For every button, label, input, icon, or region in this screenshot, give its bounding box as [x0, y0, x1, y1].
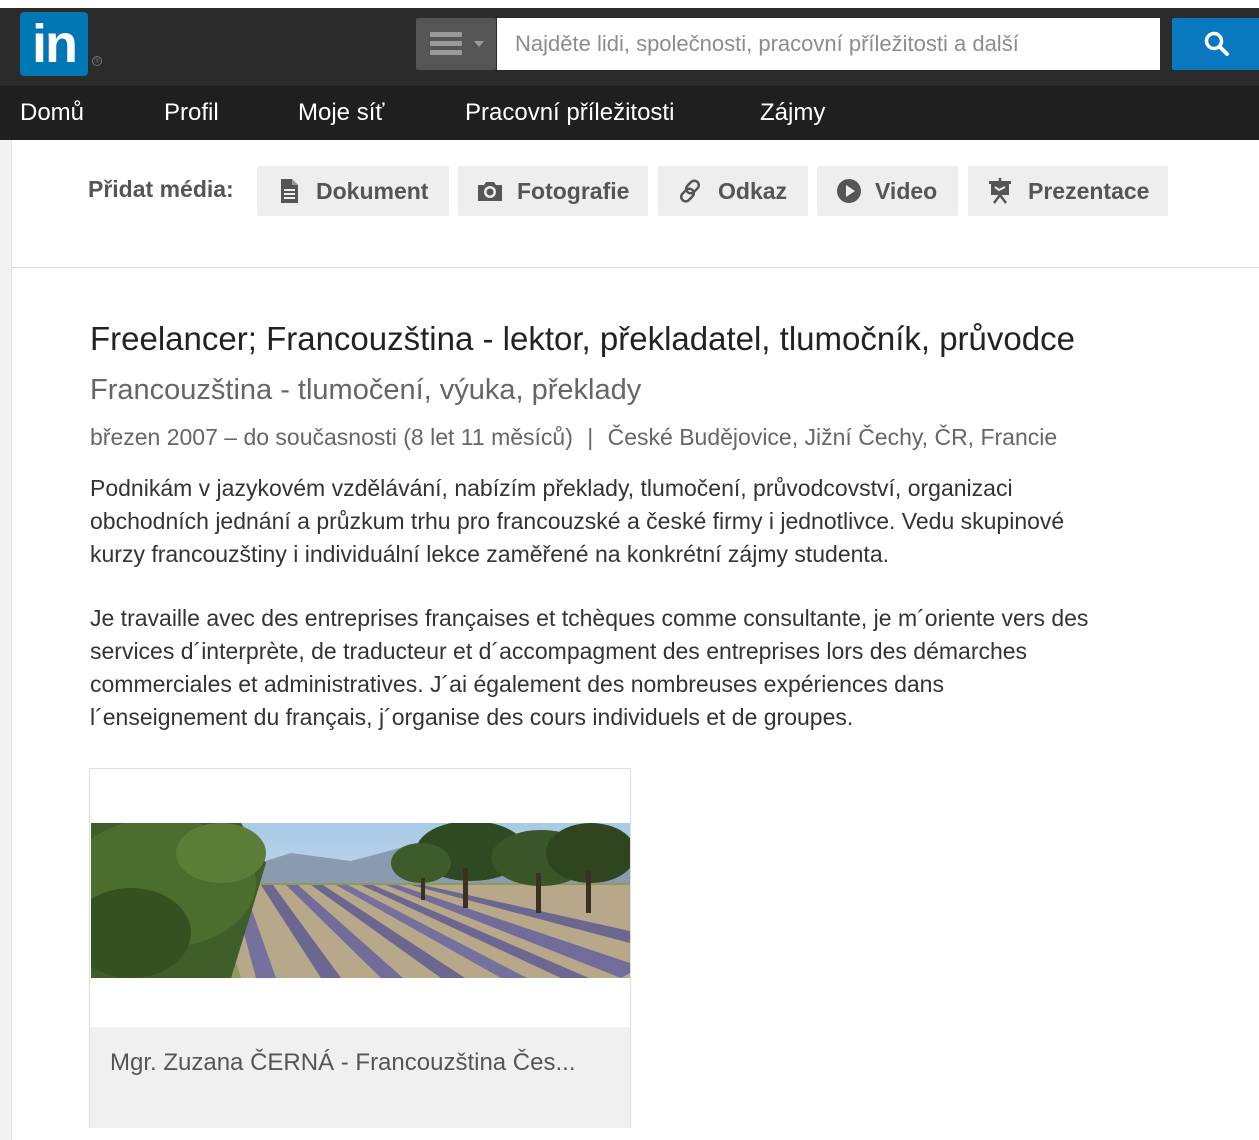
media-card-caption-area: Mgr. Zuzana ČERNÁ - Francouzština Čes...: [90, 1027, 630, 1128]
description-line: Je travaille avec des entreprises frança…: [90, 605, 1089, 631]
main-nav: Domů Profil Moje síť Pracovní příležitos…: [0, 86, 1259, 140]
position-location: České Budějovice, Jižní Čechy, ČR, Franc…: [607, 424, 1058, 450]
nav-item-profile[interactable]: Profil: [164, 86, 219, 140]
description-line: obchodních jednání a průzkum trhu pro fr…: [90, 508, 1065, 534]
description-line: Podnikám v jazykovém vzdělávání, nabízím…: [90, 475, 1013, 501]
meta-separator: |: [587, 424, 594, 450]
add-photo-button[interactable]: Fotografie: [458, 166, 648, 216]
registered-mark: ®: [92, 56, 102, 66]
search-category-menu-button[interactable]: [416, 18, 496, 70]
position-dates: březen 2007 – do současnosti (8 let 11 m…: [90, 424, 573, 450]
add-presentation-button[interactable]: Prezentace: [968, 166, 1168, 216]
add-photo-label: Fotografie: [517, 178, 630, 204]
search-input[interactable]: [497, 18, 1160, 70]
add-video-label: Video: [875, 178, 938, 204]
nav-item-jobs[interactable]: Pracovní příležitosti: [465, 86, 674, 140]
presentation-icon: [989, 178, 1011, 204]
nav-item-home[interactable]: Domů: [20, 86, 84, 140]
top-strip: [0, 0, 1259, 8]
add-link-label: Odkaz: [718, 178, 788, 204]
caret-down-icon: [474, 41, 484, 47]
link-icon: [679, 179, 701, 203]
nav-item-interests[interactable]: Zájmy: [760, 86, 825, 140]
search-button[interactable]: [1172, 18, 1259, 70]
description-line: l´enseignement du français, j´organise d…: [90, 704, 854, 730]
position-title: Freelancer; Francouzština - lektor, přek…: [90, 320, 1075, 357]
add-media-label: Přidat média:: [88, 176, 234, 202]
linkedin-logo[interactable]: in: [20, 12, 88, 76]
add-document-button[interactable]: Dokument: [257, 166, 449, 216]
description-line: kurzy francouzštiny i individuální lekce…: [90, 541, 890, 567]
add-link-button[interactable]: Odkaz: [658, 166, 808, 216]
position-description-cz: Podnikám v jazykovém vzdělávání, nabízím…: [90, 472, 1200, 571]
add-video-button[interactable]: Video: [817, 166, 958, 216]
document-icon: [281, 179, 298, 203]
position-description-fr: Je travaille avec des entreprises frança…: [90, 602, 1200, 734]
add-document-label: Dokument: [316, 178, 429, 204]
description-line: services d´interprète, de traducteur et …: [90, 638, 1028, 664]
media-card-caption: Mgr. Zuzana ČERNÁ - Francouzština Čes...: [110, 1049, 576, 1076]
top-bar: in ®: [0, 0, 1259, 86]
nav-item-network[interactable]: Moje síť: [298, 86, 384, 140]
lavender-field-image: [91, 823, 630, 978]
add-presentation-label: Prezentace: [1028, 178, 1150, 204]
play-icon: [837, 179, 861, 203]
page-left-edge: [0, 140, 12, 1140]
description-line: commerciales et administratives. J´ai ég…: [90, 671, 944, 697]
hamburger-icon: [430, 32, 462, 56]
camera-icon: [478, 182, 502, 201]
media-card[interactable]: Mgr. Zuzana ČERNÁ - Francouzština Čes...: [89, 768, 631, 1128]
position-meta: březen 2007 – do současnosti (8 let 11 m…: [90, 424, 1057, 451]
search-icon: [1204, 31, 1229, 56]
position-company[interactable]: Francouzština - tlumočení, výuka, překla…: [90, 374, 641, 407]
